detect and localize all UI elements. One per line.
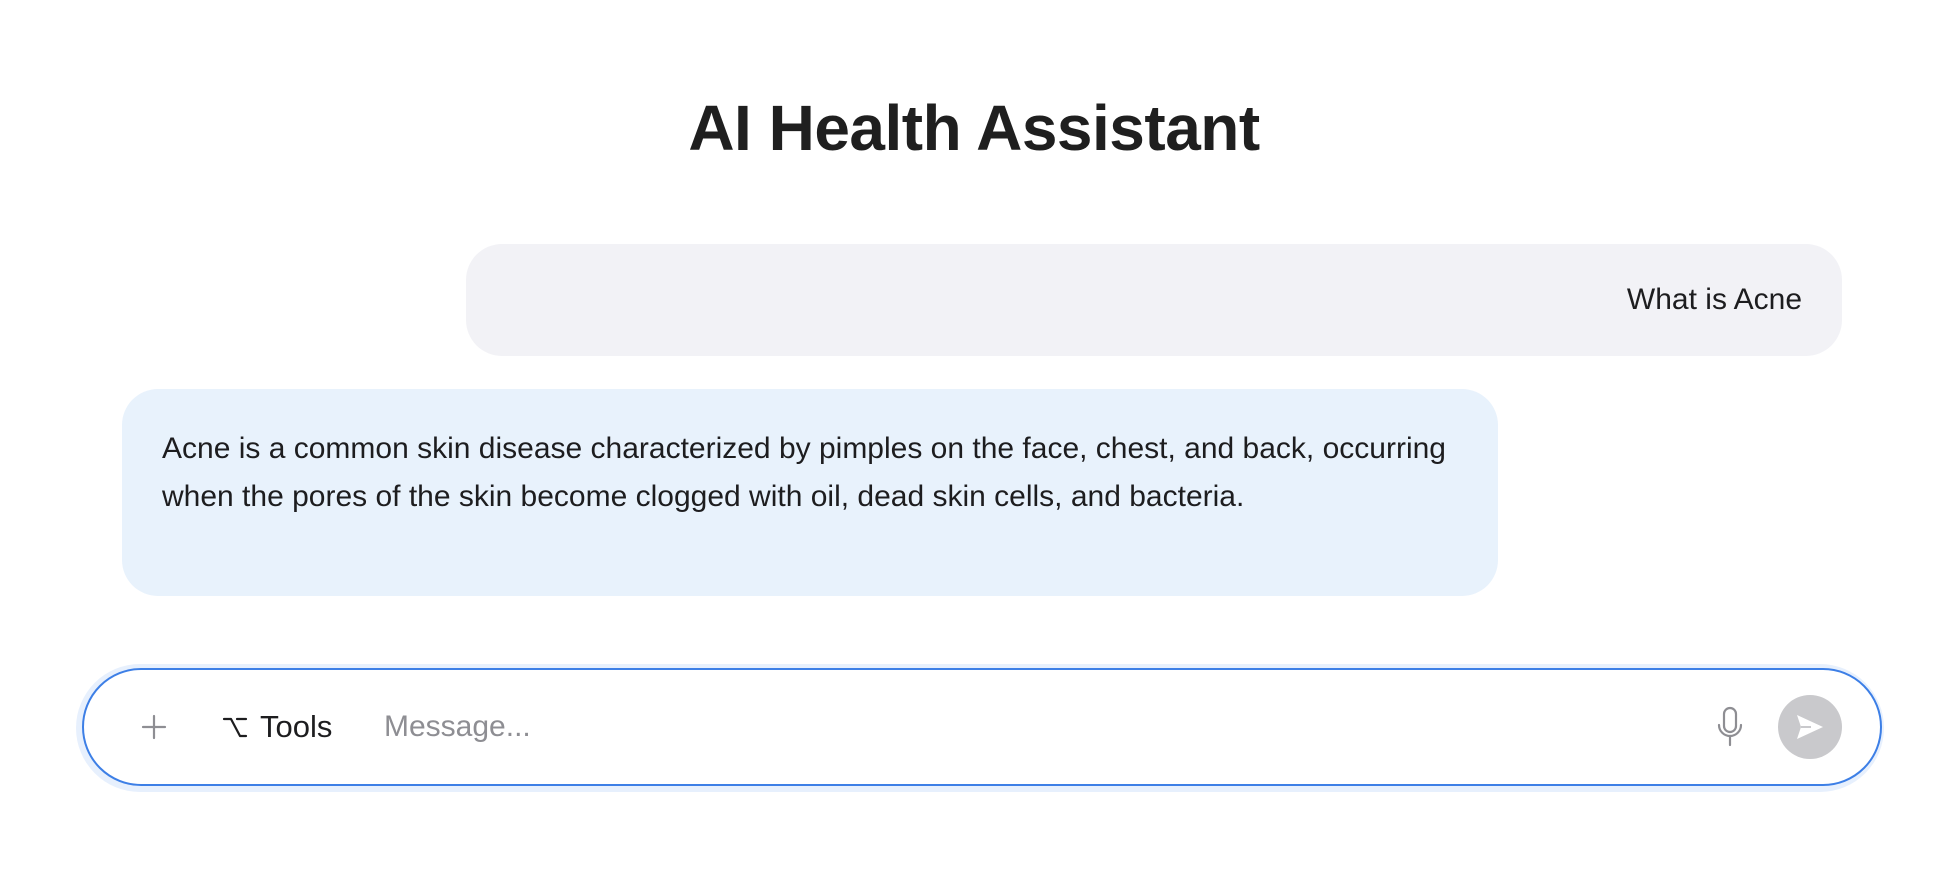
tools-button[interactable]: Tools	[220, 709, 332, 745]
tools-label: Tools	[260, 709, 333, 744]
send-arrow-icon	[1797, 715, 1823, 739]
assistant-message-text: Acne is a common skin disease characteri…	[162, 432, 1446, 513]
user-message-text: What is Acne	[1626, 283, 1802, 316]
user-message-bubble: What is Acne	[466, 244, 1842, 356]
option-key-icon	[220, 712, 250, 742]
message-input[interactable]	[384, 702, 1744, 752]
send-button[interactable]	[1778, 695, 1842, 759]
page-title: AI Health Assistant	[688, 92, 1260, 164]
microphone-icon	[1717, 706, 1743, 747]
chat-page: AI Health Assistant What is Acne Acne is…	[0, 0, 1948, 884]
attach-button[interactable]	[134, 707, 174, 747]
assistant-message-bubble: Acne is a common skin disease characteri…	[122, 389, 1498, 596]
message-composer: Tools	[82, 668, 1882, 786]
voice-input-button[interactable]	[1712, 703, 1748, 751]
plus-icon	[141, 714, 167, 740]
